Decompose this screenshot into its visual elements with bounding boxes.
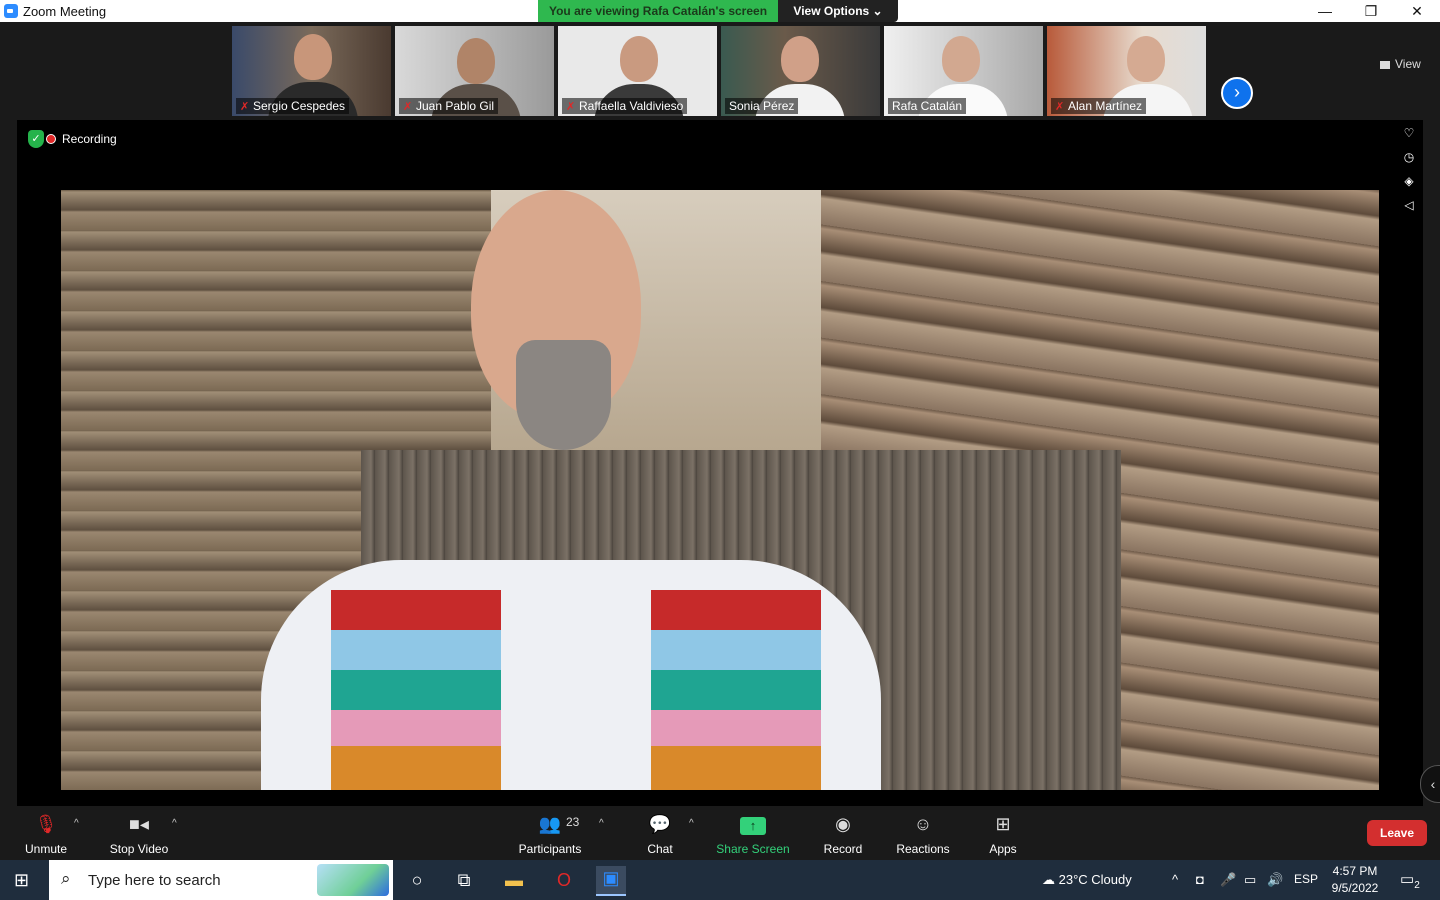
window-title: Zoom Meeting <box>23 4 107 19</box>
participant-name: ✗ Juan Pablo Gil <box>399 98 499 114</box>
record-icon: ◉ <box>835 814 851 834</box>
participant-tile[interactable]: ✗ Sergio Cespedes <box>232 26 391 116</box>
annotation-side-icons: ♡ ◷ ◈ ◁ <box>1401 126 1417 222</box>
video-camera-icon: ■◂ <box>129 814 149 834</box>
participant-name: Sonia Pérez <box>725 98 799 114</box>
chevron-right-icon: › <box>1234 82 1240 102</box>
zoom-logo-icon <box>4 4 18 18</box>
taskbar-search-box[interactable]: ⌕ Type here to search <box>49 860 393 900</box>
participant-name: Rafa Catalán <box>888 98 967 114</box>
chat-bubble-icon: 💬 <box>648 814 672 834</box>
clock-time: 4:57 PM <box>1332 864 1378 878</box>
participant-tile-active-speaker[interactable]: Sonia Pérez <box>721 26 880 116</box>
participant-name: ✗ Raffaella Valdivieso <box>562 98 688 114</box>
recording-indicator[interactable]: Recording <box>46 132 117 146</box>
recording-dot-icon <box>46 134 56 144</box>
video-options-caret[interactable]: ^ <box>172 818 177 829</box>
close-button[interactable]: ✕ <box>1394 0 1440 22</box>
search-highlight-image <box>317 864 389 896</box>
shared-video-frame <box>61 190 1379 790</box>
side-panel-handle[interactable]: ‹ <box>1420 765 1440 803</box>
meeting-toolbar: 🎙 Unmute ^ ■◂ Stop Video ^ 👥 Participant… <box>0 806 1440 860</box>
muted-mic-icon: ✗ <box>1055 101 1065 113</box>
record-button[interactable]: ◉ Record <box>818 812 868 856</box>
shared-screen-stage: ✓ Recording ♡ ◷ ◈ ◁ <box>17 120 1423 806</box>
chevron-left-icon: ‹ <box>1430 776 1436 792</box>
apps-grid-icon: ⊞ <box>995 814 1011 834</box>
cortana-icon[interactable]: ○ <box>402 868 432 892</box>
share-screen-button[interactable]: ↑ Share Screen <box>714 812 792 856</box>
muted-mic-icon: ✗ <box>240 101 250 113</box>
taskbar-clock[interactable]: 4:57 PM 9/5/2022 <box>1320 863 1390 897</box>
volume-icon[interactable]: 🔊 <box>1267 872 1283 888</box>
participants-count: 23 <box>566 815 580 829</box>
opera-browser-icon[interactable]: O <box>549 868 579 892</box>
muted-mic-icon: ✗ <box>403 101 413 113</box>
grid-icon <box>1380 61 1390 69</box>
muted-microphone-icon: 🎙 <box>34 814 58 834</box>
meet-now-icon[interactable]: ◘ <box>1196 872 1204 887</box>
apps-button[interactable]: ⊞ Apps <box>984 812 1022 856</box>
network-icon[interactable]: ▭ <box>1244 872 1256 888</box>
windows-taskbar: ⊞ ⌕ Type here to search ○ ⧉ ▬ O ▣ ☁ 23°C… <box>0 860 1440 900</box>
cloud-icon: ☁ <box>1042 872 1055 887</box>
ribbon-vest-right <box>651 590 821 790</box>
leave-button[interactable]: Leave <box>1367 820 1427 846</box>
heart-icon[interactable]: ♡ <box>1401 126 1417 150</box>
task-view-icon[interactable]: ⧉ <box>449 868 479 892</box>
tray-overflow-chevron-icon[interactable]: ^ <box>1172 872 1178 887</box>
view-options-button[interactable]: View Options ⌄ <box>778 0 898 22</box>
participant-tile[interactable]: Rafa Catalán <box>884 26 1043 116</box>
clock-date: 9/5/2022 <box>1331 881 1379 895</box>
microphone-tray-icon[interactable]: 🎤 <box>1220 872 1236 888</box>
audio-options-caret[interactable]: ^ <box>74 818 79 829</box>
unmute-button[interactable]: 🎙 Unmute <box>20 812 72 856</box>
participant-name: ✗ Alan Martínez <box>1051 98 1147 114</box>
layers-icon[interactable]: ◈ <box>1401 174 1417 198</box>
smiley-plus-icon: ☺ <box>913 814 933 834</box>
search-icon: ⌕ <box>61 869 71 888</box>
restore-button[interactable]: ❐ <box>1348 0 1394 22</box>
participant-tile[interactable]: ✗ Alan Martínez <box>1047 26 1206 116</box>
view-button[interactable]: View <box>1380 57 1430 75</box>
minimize-button[interactable]: — <box>1302 0 1348 22</box>
chat-button[interactable]: 💬 Chat <box>640 812 680 856</box>
share-screen-icon: ↑ <box>714 812 792 836</box>
muted-mic-icon: ✗ <box>566 101 576 113</box>
viewing-screen-banner: You are viewing Rafa Catalán's screen <box>538 0 778 22</box>
send-icon[interactable]: ◁ <box>1401 198 1417 222</box>
ribbon-vest-left <box>331 590 501 790</box>
notifications-button[interactable]: ▭2 <box>1400 870 1420 891</box>
participant-gallery: ✗ Sergio Cespedes ✗ Juan Pablo Gil ✗ Raffae… <box>0 22 1440 118</box>
window-titlebar: Zoom Meeting You are viewing Rafa Catalá… <box>0 0 1440 22</box>
reactions-button[interactable]: ☺ Reactions <box>894 812 952 856</box>
security-shield-icon[interactable]: ✓ <box>28 130 44 148</box>
clock-icon[interactable]: ◷ <box>1401 150 1417 174</box>
chat-options-caret[interactable]: ^ <box>689 818 694 829</box>
next-page-button[interactable]: › <box>1221 77 1253 109</box>
participant-tile[interactable]: ✗ Raffaella Valdivieso <box>558 26 717 116</box>
stop-video-button[interactable]: ■◂ Stop Video <box>104 812 174 856</box>
participant-name: ✗ Sergio Cespedes <box>236 98 350 114</box>
participant-tile[interactable]: ✗ Juan Pablo Gil <box>395 26 554 116</box>
notification-icon: ▭ <box>1400 871 1415 888</box>
file-explorer-icon[interactable]: ▬ <box>499 868 529 892</box>
search-placeholder: Type here to search <box>88 872 221 889</box>
zoom-taskbar-icon[interactable]: ▣ <box>596 866 626 896</box>
participants-options-caret[interactable]: ^ <box>599 818 604 829</box>
windows-start-icon[interactable]: ⊞ <box>14 871 32 889</box>
weather-widget[interactable]: ☁ 23°C Cloudy <box>1042 872 1132 888</box>
input-language[interactable]: ESP <box>1294 872 1318 886</box>
man-beard <box>516 340 611 450</box>
